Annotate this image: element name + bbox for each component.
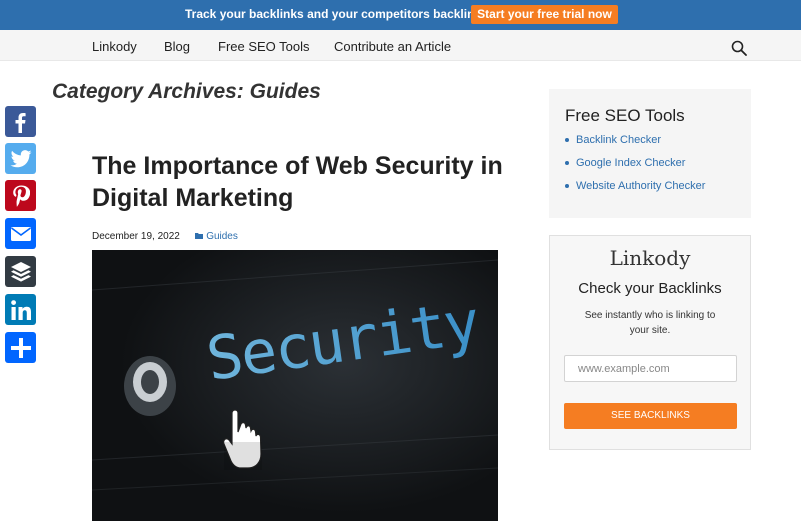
website-authority-checker-link[interactable]: Website Authority Checker bbox=[576, 180, 705, 192]
list-bullet bbox=[565, 184, 569, 188]
search-icon[interactable] bbox=[731, 40, 747, 56]
backlink-checker-link[interactable]: Backlink Checker bbox=[576, 134, 661, 146]
twitter-icon bbox=[10, 149, 31, 167]
facebook-icon bbox=[15, 112, 26, 133]
nav-item-linkody[interactable]: Linkody bbox=[92, 39, 137, 54]
free-seo-tools-widget: Free SEO Tools Backlink Checker Google I… bbox=[549, 89, 751, 218]
check-description: See instantly who is linking to your sit… bbox=[584, 310, 716, 336]
buffer-icon bbox=[10, 261, 31, 282]
check-backlinks-widget: Linkody Check your Backlinks See instant… bbox=[549, 235, 751, 450]
linkedin-share-button[interactable] bbox=[5, 294, 36, 325]
linkedin-icon bbox=[10, 299, 31, 320]
see-backlinks-button[interactable]: SEE BACKLINKS bbox=[564, 403, 737, 429]
security-keyboard-image: Security bbox=[92, 250, 498, 521]
email-icon bbox=[10, 226, 31, 241]
nav-item-free-seo-tools[interactable]: Free SEO Tools bbox=[218, 39, 310, 54]
email-share-button[interactable] bbox=[5, 218, 36, 249]
list-bullet bbox=[565, 138, 569, 142]
buffer-share-button[interactable] bbox=[5, 256, 36, 287]
post-date: December 19, 2022 bbox=[92, 231, 180, 242]
twitter-share-button[interactable] bbox=[5, 143, 36, 174]
post-category-link[interactable]: Guides bbox=[206, 231, 238, 242]
google-index-checker-link[interactable]: Google Index Checker bbox=[576, 157, 685, 169]
nav-item-contribute[interactable]: Contribute an Article bbox=[334, 39, 451, 54]
share-button[interactable] bbox=[5, 332, 36, 363]
pinterest-icon bbox=[12, 185, 30, 207]
linkody-logo: Linkody bbox=[609, 246, 691, 270]
post-title[interactable]: The Importance of Web Security in Digita… bbox=[92, 150, 512, 214]
free-trial-button[interactable]: Start your free trial now bbox=[471, 5, 618, 24]
archive-title: Category Archives: Guides bbox=[52, 80, 321, 103]
website-url-input[interactable] bbox=[564, 355, 737, 382]
widget-title: Free SEO Tools bbox=[565, 106, 685, 125]
post-featured-image[interactable]: Security bbox=[92, 250, 498, 521]
facebook-share-button[interactable] bbox=[5, 106, 36, 137]
nav-item-blog[interactable]: Blog bbox=[164, 39, 190, 54]
promo-text: Track your backlinks and your competitor… bbox=[185, 7, 488, 21]
check-title: Check your Backlinks bbox=[578, 280, 722, 297]
pinterest-share-button[interactable] bbox=[5, 180, 36, 211]
main-nav: Linkody Blog Free SEO Tools Contribute a… bbox=[0, 30, 801, 61]
folder-icon bbox=[195, 233, 204, 239]
promo-bar: Track your backlinks and your competitor… bbox=[0, 0, 801, 30]
share-plus-icon bbox=[10, 337, 31, 358]
post-meta: December 19, 2022 Guides bbox=[92, 231, 238, 242]
list-bullet bbox=[565, 161, 569, 165]
